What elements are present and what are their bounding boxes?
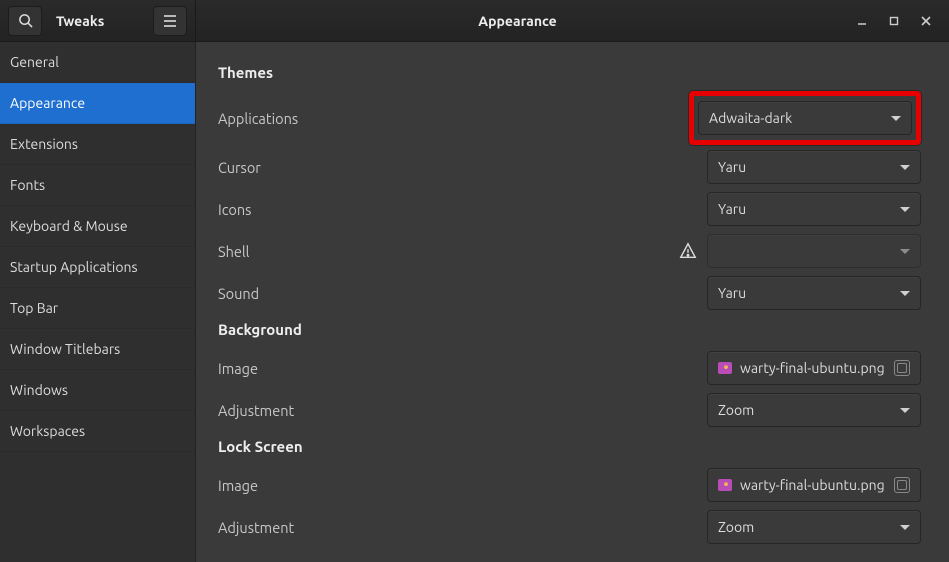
dropdown-shell (707, 234, 921, 268)
image-thumbnail-icon (718, 362, 732, 374)
open-file-icon (894, 360, 910, 376)
sidebar-item-label: Appearance (10, 95, 85, 111)
sidebar-item-keyboard-mouse[interactable]: Keyboard & Mouse (0, 206, 195, 247)
label-cursor: Cursor (218, 159, 707, 176)
row-icons: Icons Yaru (218, 189, 921, 229)
sidebar-item-appearance[interactable]: Appearance (0, 83, 195, 124)
row-shell: Shell (218, 231, 921, 271)
maximize-button[interactable] (881, 8, 907, 34)
row-bg-adjustment: Adjustment Zoom (218, 390, 921, 430)
close-icon (921, 16, 931, 26)
search-button[interactable] (8, 6, 42, 36)
dropdown-value: Yaru (718, 159, 892, 175)
row-sound: Sound Yaru (218, 273, 921, 313)
dropdown-bg-adjustment[interactable]: Zoom (707, 393, 921, 427)
sidebar-item-label: Startup Applications (10, 259, 138, 275)
sidebar-item-label: Fonts (10, 177, 45, 193)
hamburger-icon (163, 15, 177, 27)
sidebar-item-window-titlebars[interactable]: Window Titlebars (0, 329, 195, 370)
row-bg-image: Image warty-final-ubuntu.png (218, 348, 921, 388)
row-ls-image: Image warty-final-ubuntu.png (218, 465, 921, 505)
dropdown-value: Zoom (718, 519, 892, 535)
file-value: warty-final-ubuntu.png (740, 360, 888, 376)
titlebar-middle: Appearance (196, 0, 839, 41)
label-bg-image: Image (218, 360, 707, 377)
dropdown-value: Yaru (718, 285, 892, 301)
sidebar-item-startup-applications[interactable]: Startup Applications (0, 247, 195, 288)
titlebar: Tweaks Appearance (0, 0, 949, 42)
dropdown-ls-adjustment[interactable]: Zoom (707, 510, 921, 544)
chevron-down-icon (900, 408, 910, 413)
dropdown-value: Yaru (718, 201, 892, 217)
dropdown-cursor[interactable]: Yaru (707, 150, 921, 184)
file-button-bg-image[interactable]: warty-final-ubuntu.png (707, 351, 921, 385)
page-title: Appearance (478, 13, 556, 29)
sidebar-item-fonts[interactable]: Fonts (0, 165, 195, 206)
sidebar-item-top-bar[interactable]: Top Bar (0, 288, 195, 329)
image-thumbnail-icon (718, 479, 732, 491)
sidebar-item-workspaces[interactable]: Workspaces (0, 411, 195, 452)
label-ls-image: Image (218, 477, 707, 494)
sidebar: General Appearance Extensions Fonts Keyb… (0, 42, 196, 562)
open-file-icon (894, 477, 910, 493)
section-heading-lockscreen: Lock Screen (218, 438, 921, 455)
chevron-down-icon (900, 165, 910, 170)
menu-button[interactable] (153, 6, 187, 36)
dropdown-icons[interactable]: Yaru (707, 192, 921, 226)
search-icon (18, 13, 33, 28)
chevron-down-icon (891, 116, 901, 121)
chevron-down-icon (900, 291, 910, 296)
maximize-icon (889, 16, 899, 26)
app-title: Tweaks (52, 13, 143, 29)
content-pane: Themes Applications Adwaita-dark Cursor … (196, 42, 949, 562)
titlebar-left: Tweaks (0, 0, 196, 41)
minimize-button[interactable] (849, 8, 875, 34)
sidebar-item-extensions[interactable]: Extensions (0, 124, 195, 165)
sidebar-item-windows[interactable]: Windows (0, 370, 195, 411)
dropdown-applications[interactable]: Adwaita-dark (698, 101, 912, 135)
label-ls-adjustment: Adjustment (218, 519, 707, 536)
sidebar-item-label: Windows (10, 382, 68, 398)
section-heading-background: Background (218, 321, 921, 338)
sidebar-item-label: General (10, 54, 59, 70)
label-applications: Applications (218, 110, 689, 127)
label-shell: Shell (218, 243, 679, 260)
close-button[interactable] (913, 8, 939, 34)
sidebar-item-general[interactable]: General (0, 42, 195, 83)
chevron-down-icon (900, 249, 910, 254)
label-icons: Icons (218, 201, 707, 218)
dropdown-value: Adwaita-dark (709, 110, 883, 126)
row-cursor: Cursor Yaru (218, 147, 921, 187)
dropdown-value: Zoom (718, 402, 892, 418)
window-controls (839, 0, 949, 41)
sidebar-item-label: Workspaces (10, 423, 85, 439)
highlight-box: Adwaita-dark (689, 91, 921, 145)
warning-icon (679, 242, 697, 260)
label-sound: Sound (218, 285, 707, 302)
sidebar-item-label: Top Bar (10, 300, 58, 316)
file-button-ls-image[interactable]: warty-final-ubuntu.png (707, 468, 921, 502)
chevron-down-icon (900, 207, 910, 212)
sidebar-item-label: Window Titlebars (10, 341, 120, 357)
file-value: warty-final-ubuntu.png (740, 477, 888, 493)
minimize-icon (857, 16, 867, 26)
section-heading-themes: Themes (218, 64, 921, 81)
dropdown-sound[interactable]: Yaru (707, 276, 921, 310)
label-bg-adjustment: Adjustment (218, 402, 707, 419)
chevron-down-icon (900, 525, 910, 530)
sidebar-item-label: Keyboard & Mouse (10, 218, 128, 234)
row-applications: Applications Adwaita-dark (218, 91, 921, 145)
row-ls-adjustment: Adjustment Zoom (218, 507, 921, 547)
sidebar-item-label: Extensions (10, 136, 78, 152)
